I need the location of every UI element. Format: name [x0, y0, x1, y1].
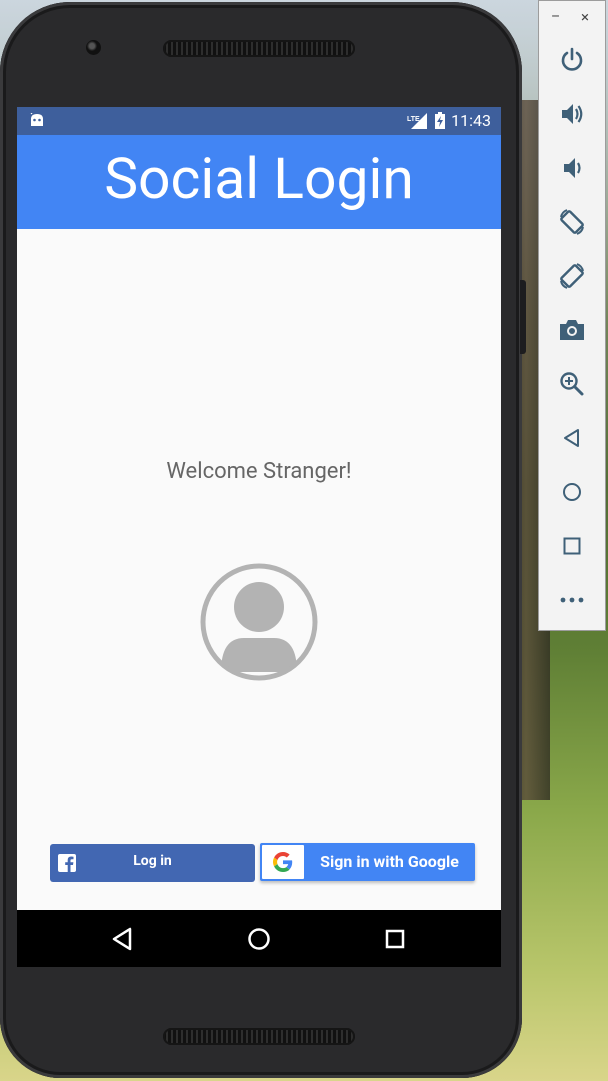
lte-signal-icon: LTE — [407, 112, 428, 129]
power-icon — [561, 47, 583, 71]
volume-down-icon — [564, 158, 581, 178]
google-logo-container — [262, 845, 304, 879]
status-bar: LTE 11:43 — [17, 107, 501, 135]
camera-icon — [560, 320, 584, 340]
back-triangle-icon — [564, 429, 579, 447]
rotate-right-button[interactable] — [557, 261, 587, 291]
zoom-button[interactable] — [557, 369, 587, 399]
top-speaker — [163, 40, 355, 57]
app-bar: Social Login — [17, 135, 501, 229]
home-circle-icon — [563, 483, 581, 501]
more-horizontal-icon — [560, 597, 584, 603]
phone-side-button — [520, 280, 526, 354]
welcome-text: Welcome Stranger! — [166, 459, 352, 484]
android-navigation-bar — [17, 910, 501, 967]
bottom-speaker — [163, 1028, 355, 1045]
screenshot-button[interactable] — [557, 315, 587, 345]
power-button[interactable] — [557, 45, 587, 75]
overview-square-icon — [563, 537, 581, 555]
svg-text:LTE: LTE — [407, 116, 420, 123]
toolbar-overview-button[interactable] — [557, 531, 587, 561]
facebook-login-button[interactable]: Log in — [50, 844, 255, 882]
emulator-toolbar: – × — [538, 0, 606, 631]
android-notification-icon — [30, 113, 43, 126]
battery-charging-icon — [435, 112, 446, 129]
rotate-right-icon — [560, 263, 584, 289]
toolbar-back-button[interactable] — [557, 423, 587, 453]
toolbar-home-button[interactable] — [557, 477, 587, 507]
rotate-left-icon — [560, 209, 584, 235]
back-icon[interactable] — [108, 924, 138, 954]
more-options-button[interactable] — [557, 585, 587, 615]
recents-icon[interactable] — [380, 924, 410, 954]
default-avatar-icon — [200, 563, 318, 681]
google-sign-in-button[interactable]: Sign in with Google — [260, 843, 475, 881]
device-screen: LTE 11:43 Social Login Welcome Stranger! — [17, 107, 501, 967]
volume-down-button[interactable] — [557, 153, 587, 183]
zoom-in-icon — [560, 372, 584, 396]
google-logo-icon — [273, 852, 293, 872]
google-sign-in-label: Sign in with Google — [320, 852, 459, 871]
front-camera — [86, 40, 101, 55]
volume-up-icon — [562, 104, 583, 124]
toolbar-close-button[interactable]: × — [581, 8, 589, 26]
status-time: 11:43 — [451, 111, 491, 130]
app-title: Social Login — [104, 145, 414, 212]
phone-frame: LTE 11:43 Social Login Welcome Stranger! — [0, 2, 522, 1078]
rotate-left-button[interactable] — [557, 207, 587, 237]
status-indicators: LTE 11:43 — [407, 111, 491, 130]
home-icon[interactable] — [244, 924, 274, 954]
facebook-login-label: Log in — [133, 853, 172, 869]
toolbar-minimize-button[interactable]: – — [551, 9, 560, 25]
volume-up-button[interactable] — [557, 99, 587, 129]
